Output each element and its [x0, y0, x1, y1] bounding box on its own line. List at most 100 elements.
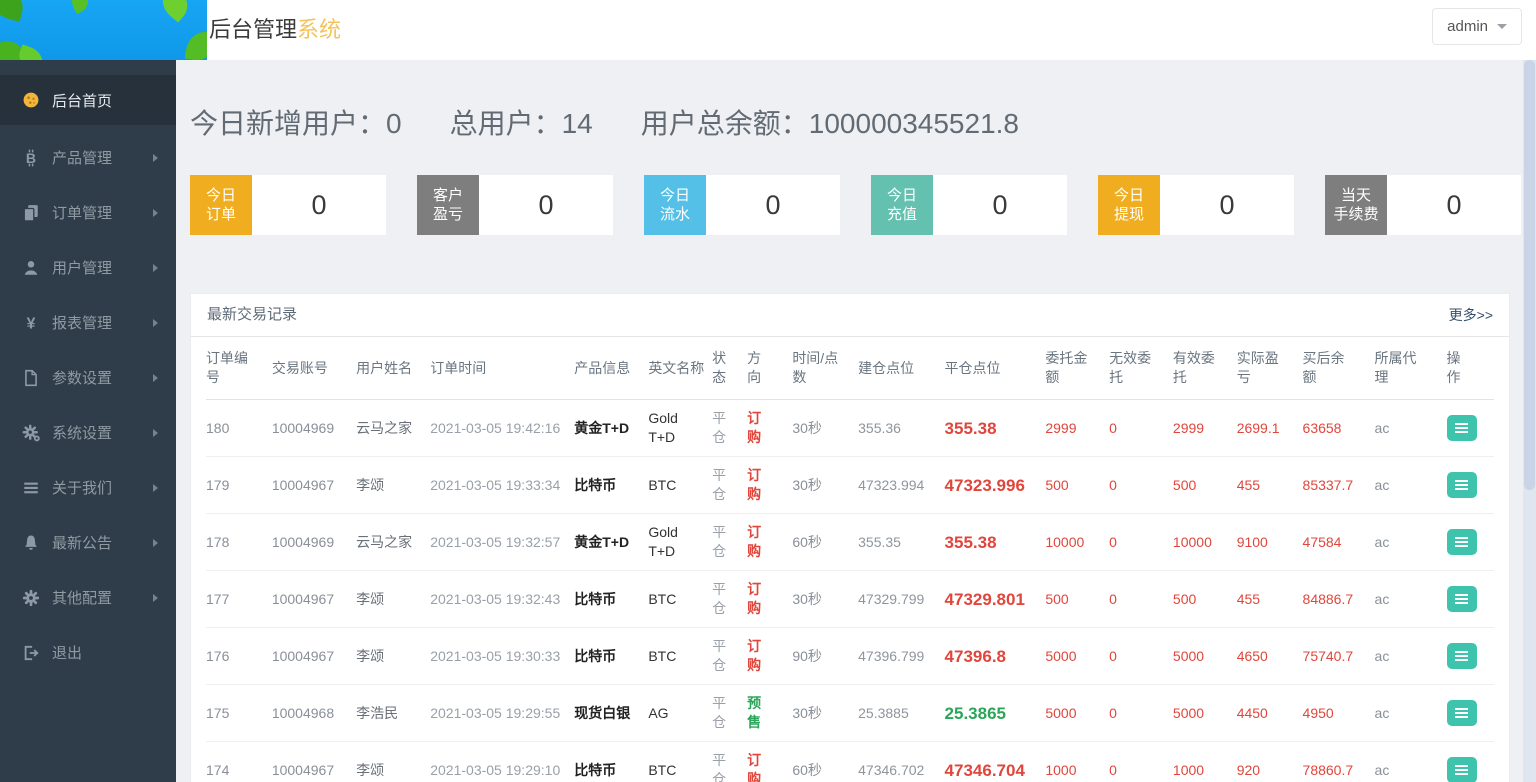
cell-account: 10004968 [272, 685, 356, 742]
sidebar-item-label: 最新公告 [52, 532, 112, 553]
cell-close: 355.38 [945, 514, 1046, 571]
column-header: 操作 [1447, 337, 1494, 400]
column-header: 建仓点位 [858, 337, 944, 400]
chevron-right-icon [153, 209, 158, 217]
cell-balance: 4950 [1303, 685, 1375, 742]
column-header: 用户姓名 [356, 337, 430, 400]
cell-valid: 500 [1173, 571, 1237, 628]
list-icon [22, 479, 40, 497]
column-header: 方向 [747, 337, 792, 400]
cell-time: 2021-03-05 19:29:55 [430, 685, 574, 742]
cell-status: 平仓 [712, 628, 747, 685]
cell-direction: 订购 [747, 514, 792, 571]
cell-profit: 455 [1237, 571, 1303, 628]
cell-name: 云马之家 [356, 514, 430, 571]
column-header: 平仓点位 [945, 337, 1046, 400]
card-value: 0 [706, 175, 840, 235]
row-detail-button[interactable] [1447, 415, 1477, 441]
cell-valid: 1000 [1173, 742, 1237, 782]
list-icon [1455, 765, 1468, 775]
cell-duration: 30秒 [792, 685, 858, 742]
cell-action [1447, 571, 1494, 628]
card-value: 0 [252, 175, 386, 235]
cell-time: 2021-03-05 19:33:34 [430, 457, 574, 514]
leaf-decoration [185, 29, 207, 60]
yen-icon: ¥ [22, 314, 40, 332]
table-row: 17610004967李颂2021-03-05 19:30:33比特币BTC平仓… [206, 628, 1494, 685]
sidebar-item-about[interactable]: 关于我们 [0, 460, 176, 515]
list-icon [1455, 708, 1468, 718]
table-row: 18010004969云马之家2021-03-05 19:42:16黄金T+DG… [206, 400, 1494, 457]
cell-product: 黄金T+D [574, 400, 648, 457]
sidebar-item-users[interactable]: 用户管理 [0, 240, 176, 295]
cell-close: 47346.704 [945, 742, 1046, 782]
cell-agent: ac [1375, 457, 1447, 514]
cell-amount: 5000 [1045, 685, 1109, 742]
cell-action [1447, 628, 1494, 685]
cell-name: 李颂 [356, 457, 430, 514]
cell-invalid: 0 [1109, 457, 1173, 514]
card-value: 0 [1160, 175, 1294, 235]
card-customer-pnl: 客户盈亏0 [417, 175, 613, 235]
vertical-scrollbar[interactable] [1523, 60, 1536, 782]
cell-time: 2021-03-05 19:32:43 [430, 571, 574, 628]
copy-icon [22, 204, 40, 222]
row-detail-button[interactable] [1447, 700, 1477, 726]
sidebar-item-announcements[interactable]: 最新公告 [0, 515, 176, 570]
cell-time: 2021-03-05 19:32:57 [430, 514, 574, 571]
chevron-down-icon [1497, 24, 1507, 29]
row-detail-button[interactable] [1447, 643, 1477, 669]
sidebar-item-orders[interactable]: 订单管理 [0, 185, 176, 240]
cell-open: 47323.994 [858, 457, 944, 514]
row-detail-button[interactable] [1447, 472, 1477, 498]
cell-name: 云马之家 [356, 400, 430, 457]
cell-direction: 订购 [747, 742, 792, 782]
cell-duration: 60秒 [792, 514, 858, 571]
column-header: 有效委托 [1173, 337, 1237, 400]
cell-direction: 订购 [747, 628, 792, 685]
card-today-orders: 今日订单0 [190, 175, 386, 235]
cell-balance: 85337.7 [1303, 457, 1375, 514]
cell-product: 比特币 [574, 628, 648, 685]
sidebar-item-label: 用户管理 [52, 257, 112, 278]
trades-table: 订单编号交易账号用户姓名订单时间产品信息英文名称状态方向时间/点数建仓点位平仓点… [206, 337, 1494, 782]
scrollbar-thumb[interactable] [1524, 60, 1535, 490]
chevron-right-icon [153, 484, 158, 492]
cell-profit: 920 [1237, 742, 1303, 782]
chevron-right-icon [153, 429, 158, 437]
main-content: 今日新增用户：0 总用户：14 用户总余额：100000345521.8 今日订… [176, 60, 1536, 782]
row-detail-button[interactable] [1447, 586, 1477, 612]
logo [0, 0, 207, 60]
sidebar-item-products[interactable]: B 产品管理 [0, 130, 176, 185]
chevron-right-icon [153, 539, 158, 547]
sidebar-item-parameters[interactable]: 参数设置 [0, 350, 176, 405]
cell-action [1447, 685, 1494, 742]
cell-duration: 30秒 [792, 571, 858, 628]
column-header: 无效委托 [1109, 337, 1173, 400]
cell-close: 355.38 [945, 400, 1046, 457]
cell-id: 177 [206, 571, 272, 628]
cell-valid: 500 [1173, 457, 1237, 514]
cell-invalid: 0 [1109, 742, 1173, 782]
sidebar-item-other-config[interactable]: 其他配置 [0, 570, 176, 625]
column-header: 交易账号 [272, 337, 356, 400]
row-detail-button[interactable] [1447, 529, 1477, 555]
sidebar-item-dashboard[interactable]: 后台首页 [0, 75, 176, 125]
row-detail-button[interactable] [1447, 757, 1477, 782]
cell-en: BTC [648, 742, 712, 782]
sidebar-item-reports[interactable]: ¥ 报表管理 [0, 295, 176, 350]
user-menu[interactable]: admin [1432, 8, 1522, 45]
cell-amount: 10000 [1045, 514, 1109, 571]
cell-name: 李浩民 [356, 685, 430, 742]
cell-name: 李颂 [356, 742, 430, 782]
table-header-row: 订单编号交易账号用户姓名订单时间产品信息英文名称状态方向时间/点数建仓点位平仓点… [206, 337, 1494, 400]
more-link[interactable]: 更多>> [1449, 294, 1493, 336]
sidebar-item-system[interactable]: 系统设置 [0, 405, 176, 460]
sidebar: 后台首页 B 产品管理 订单管理 用户管理 ¥ 报 [0, 60, 176, 782]
stat-total-balance: 用户总余额：100000345521.8 [641, 102, 1019, 142]
cell-invalid: 0 [1109, 685, 1173, 742]
stat-value: 14 [562, 108, 593, 139]
cell-balance: 75740.7 [1303, 628, 1375, 685]
sidebar-item-logout[interactable]: 退出 [0, 625, 176, 680]
chevron-right-icon [153, 264, 158, 272]
